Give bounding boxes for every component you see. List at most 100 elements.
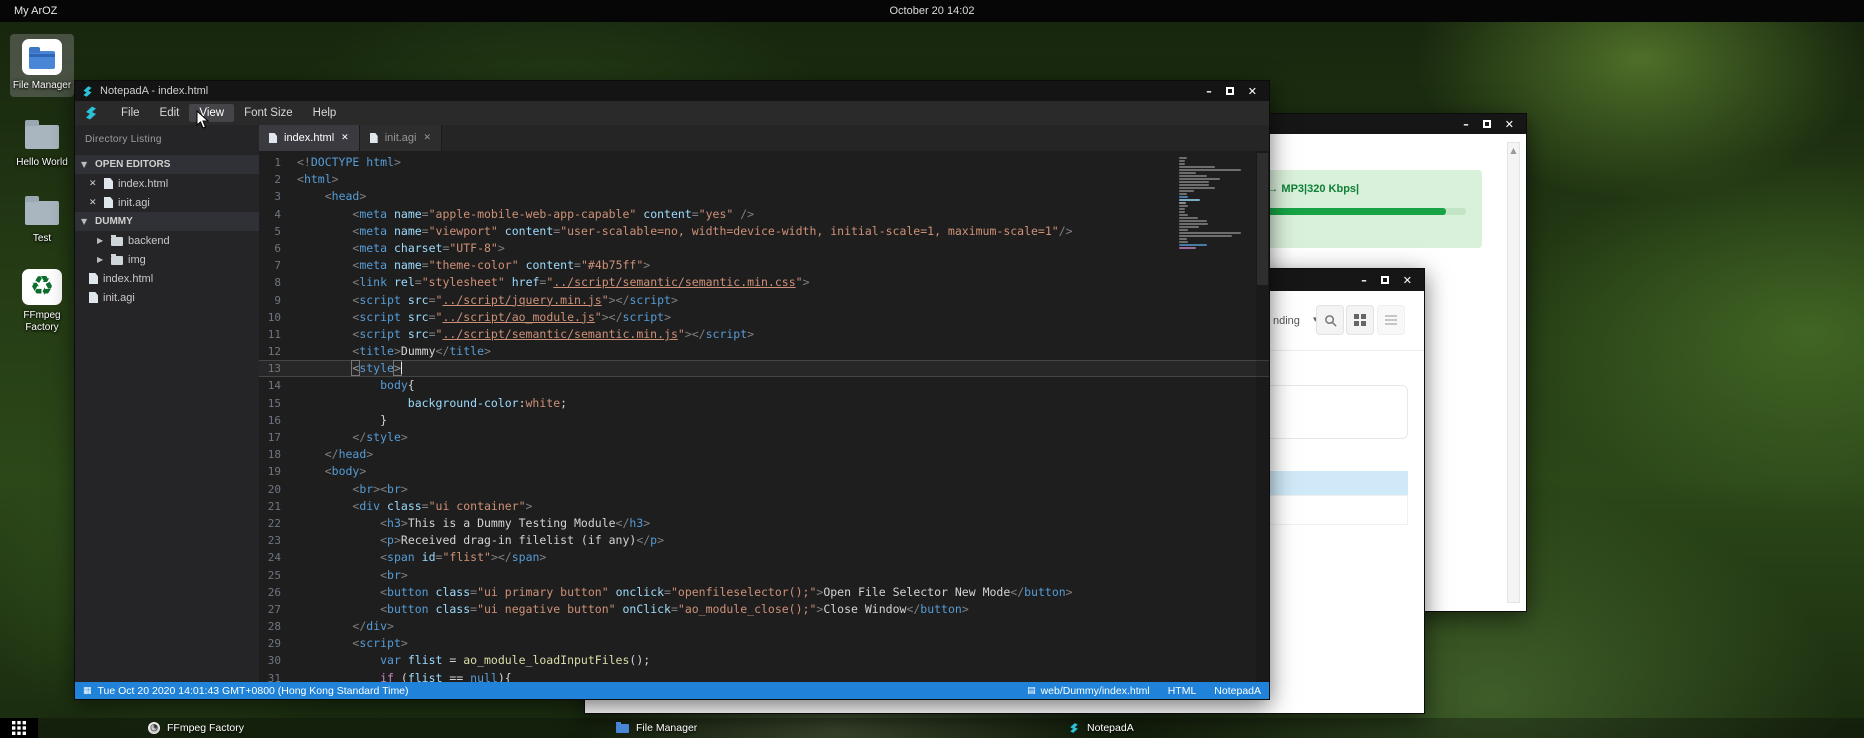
- tab-close-icon[interactable]: ✕: [423, 133, 431, 143]
- desktop-icon-ffmpeg-factory[interactable]: ♻FFmpeg Factory: [10, 264, 74, 339]
- line-number: 29: [259, 635, 297, 652]
- code-text: <script src="../script/ao_module.js"></s…: [297, 309, 1269, 326]
- app-launcher-button[interactable]: [0, 718, 38, 738]
- notepada-logo-icon: [83, 105, 99, 121]
- scroll-up-icon[interactable]: ▲: [1508, 143, 1519, 155]
- minimap-line: [1179, 184, 1209, 186]
- minimap-line: [1179, 214, 1188, 216]
- chevron-right-icon[interactable]: ▶: [97, 236, 106, 245]
- taskbar-item-label: FFmpeg Factory: [167, 722, 244, 734]
- menu-file[interactable]: File: [111, 104, 150, 122]
- tree-item-index.html[interactable]: index.html: [75, 269, 259, 288]
- tree-item-backend[interactable]: ▶backend: [75, 231, 259, 250]
- maximize-icon[interactable]: [1226, 87, 1234, 95]
- code-text: <title>Dummy</title>: [297, 343, 1269, 360]
- code-text: </style>: [297, 429, 1269, 446]
- tab-index.html[interactable]: index.html✕: [259, 125, 360, 151]
- status-bar: ▦ Tue Oct 20 2020 14:01:43 GMT+0800 (Hon…: [75, 682, 1269, 699]
- tab-init.agi[interactable]: init.agi✕: [360, 125, 442, 151]
- status-language[interactable]: HTML: [1168, 685, 1197, 697]
- close-file-icon[interactable]: ✕: [89, 179, 99, 189]
- tree-section-dummy[interactable]: ▼DUMMY: [75, 212, 259, 231]
- chevron-right-icon[interactable]: ▶: [97, 255, 106, 264]
- tree-item-init.agi[interactable]: init.agi: [75, 288, 259, 307]
- minimize-icon[interactable]: –: [1206, 86, 1212, 97]
- code-text: <link rel="stylesheet" href="../script/s…: [297, 274, 1269, 291]
- code-line: 8 <link rel="stylesheet" href="../script…: [259, 274, 1269, 291]
- desktop-icon-list: File Manager Hello World Test ♻FFmpeg Facto…: [10, 34, 74, 353]
- notepada-window: NotepadA - index.html – ✕ FileEditViewFo…: [74, 80, 1270, 700]
- line-number: 24: [259, 549, 297, 566]
- minimap-line: [1179, 211, 1185, 213]
- folder-icon: [616, 724, 629, 733]
- tree-item-index.html[interactable]: ✕index.html: [75, 174, 259, 193]
- taskbar-item-file-manager[interactable]: File Manager: [606, 718, 707, 738]
- close-icon[interactable]: ✕: [1403, 275, 1412, 286]
- minimap-line: [1179, 241, 1188, 243]
- tree-item-label: init.agi: [103, 292, 135, 304]
- code-text: <style>: [297, 360, 1269, 377]
- code-line: 29 <script>: [259, 635, 1269, 652]
- code-line: 24 <span id="flist"></span>: [259, 549, 1269, 566]
- minimap-line: [1179, 166, 1215, 168]
- minimap[interactable]: [1179, 157, 1249, 250]
- scrollbar-thumb[interactable]: [1257, 153, 1268, 285]
- taskbar-item-ffmpeg-factory[interactable]: ◔FFmpeg Factory: [138, 718, 254, 738]
- line-number: 16: [259, 412, 297, 429]
- code-text: <meta charset="UTF-8">: [297, 240, 1269, 257]
- code-text: <!DOCTYPE html>: [297, 154, 1269, 171]
- desktop-icon-test[interactable]: Test: [10, 187, 74, 250]
- list-view-button[interactable]: [1377, 305, 1405, 335]
- code-line: 6 <meta charset="UTF-8">: [259, 240, 1269, 257]
- maximize-icon[interactable]: [1381, 276, 1389, 284]
- code-line: 1<!DOCTYPE html>: [259, 154, 1269, 171]
- file-icon: [104, 197, 113, 208]
- taskbar-item-notepada[interactable]: NotepadA: [1058, 718, 1144, 738]
- minimap-line: [1179, 247, 1196, 249]
- code-line: 21 <div class="ui container">: [259, 498, 1269, 515]
- sort-dropdown[interactable]: nding: [1273, 315, 1300, 327]
- search-icon: [1324, 314, 1337, 327]
- code-line: 3 <head>: [259, 188, 1269, 205]
- tree-item-init.agi[interactable]: ✕init.agi: [75, 193, 259, 212]
- desktop-icon-hello-world[interactable]: Hello World: [10, 111, 74, 174]
- close-file-icon[interactable]: ✕: [89, 198, 99, 208]
- grid-view-button[interactable]: [1346, 305, 1374, 335]
- tree-item-img[interactable]: ▶img: [75, 250, 259, 269]
- desktop-icon-file-manager[interactable]: File Manager: [10, 34, 74, 97]
- menu-help[interactable]: Help: [303, 104, 347, 122]
- code-line: 14 body{: [259, 377, 1269, 394]
- notepada-title-bar[interactable]: NotepadA - index.html – ✕: [75, 81, 1269, 101]
- line-number: 13: [259, 360, 297, 377]
- minimap-line: [1179, 244, 1207, 246]
- minimize-icon[interactable]: –: [1361, 275, 1367, 286]
- editor-scrollbar[interactable]: [1256, 151, 1269, 682]
- maximize-icon[interactable]: [1483, 120, 1491, 128]
- tab-close-icon[interactable]: ✕: [341, 133, 349, 143]
- close-icon[interactable]: ✕: [1505, 119, 1514, 130]
- code-line: 27 <button class="ui negative button" on…: [259, 601, 1269, 618]
- code-editor[interactable]: 1<!DOCTYPE html>2<html>3 <head>4 <meta n…: [259, 151, 1269, 682]
- code-line: 4 <meta name="apple-mobile-web-app-capab…: [259, 206, 1269, 223]
- minimap-line: [1179, 205, 1188, 207]
- tree-item-label: index.html: [103, 273, 153, 285]
- minimap-line: [1179, 229, 1188, 231]
- menu-font-size[interactable]: Font Size: [234, 104, 303, 122]
- minimap-line: [1179, 235, 1232, 237]
- folder-icon: [111, 237, 123, 246]
- scrollbar[interactable]: ▲: [1507, 142, 1520, 603]
- code-text: <p>Received drag-in filelist (if any)</p…: [297, 532, 1269, 549]
- code-text: <meta name="theme-color" content="#4b75f…: [297, 257, 1269, 274]
- minimize-icon[interactable]: –: [1463, 119, 1469, 130]
- minimap-line: [1179, 208, 1185, 210]
- search-button[interactable]: [1316, 305, 1344, 335]
- status-filepath[interactable]: web/Dummy/index.html: [1041, 685, 1150, 697]
- minimap-line: [1179, 232, 1241, 234]
- menu-view[interactable]: View: [189, 104, 234, 122]
- menu-edit[interactable]: Edit: [150, 104, 190, 122]
- minimap-line: [1179, 181, 1209, 183]
- code-text: background-color:white;: [297, 395, 1269, 412]
- line-number: 5: [259, 223, 297, 240]
- close-icon[interactable]: ✕: [1248, 86, 1257, 97]
- tree-section-open-editors[interactable]: ▼OPEN EDITORS: [75, 155, 259, 174]
